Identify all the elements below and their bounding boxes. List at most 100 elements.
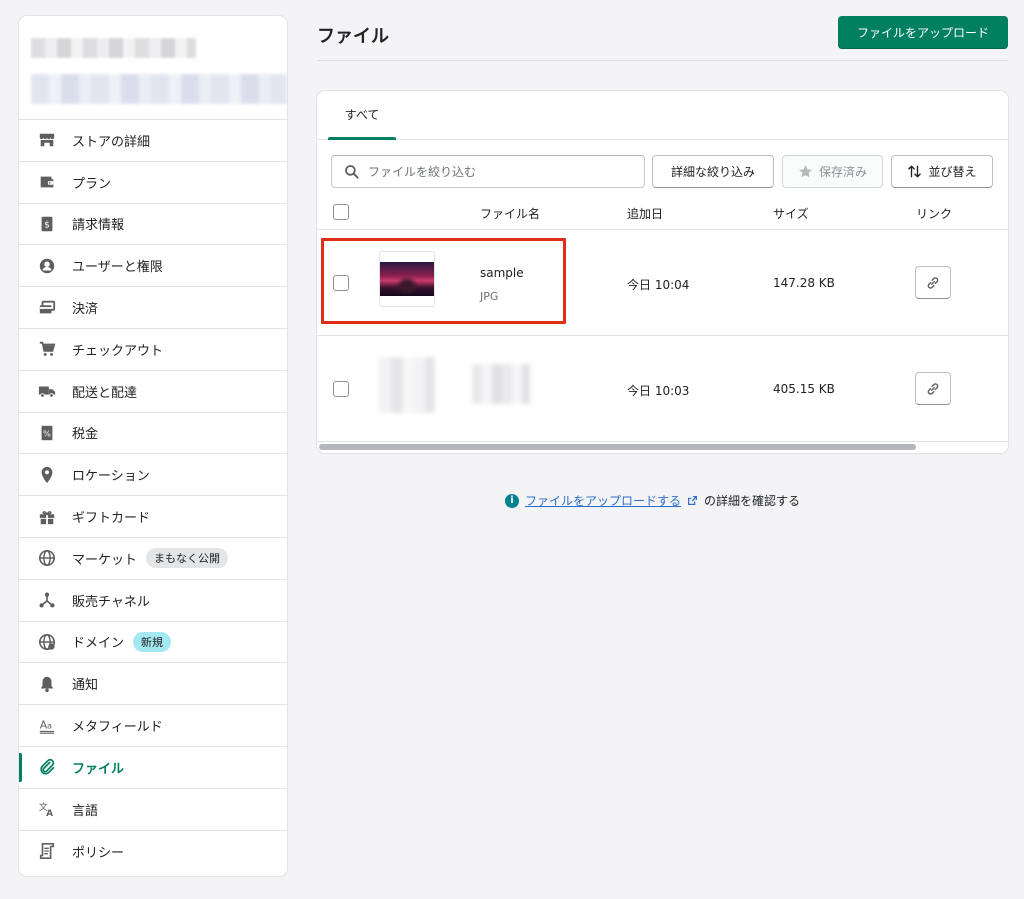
wallet-icon	[37, 172, 57, 192]
store-icon	[37, 130, 57, 150]
table-header: ファイル名 追加日 サイズ リンク	[317, 197, 1008, 230]
file-size: 405.15 KB	[773, 382, 835, 396]
sort-button[interactable]: 並び替え	[891, 155, 993, 188]
paperclip-icon	[37, 757, 57, 777]
search-input[interactable]	[368, 164, 618, 179]
sidebar-item-gift-cards[interactable]: ギフトカード	[19, 496, 287, 538]
sidebar-item-label: ギフトカード	[72, 511, 151, 527]
file-thumbnail[interactable]	[379, 251, 435, 307]
row-checkbox[interactable]	[333, 381, 349, 397]
advanced-filter-button[interactable]: 詳細な絞り込み	[652, 155, 774, 188]
search-field[interactable]	[331, 155, 645, 188]
files-card: すべて 詳細な絞り込み 保存済み 並び替え ファイル名 追加日 サイズ リンク …	[317, 91, 1008, 453]
advanced-filter-label: 詳細な絞り込み	[670, 165, 755, 179]
sidebar-item-taxes[interactable]: % 税金	[19, 413, 287, 455]
sidebar-item-notifications[interactable]: 通知	[19, 663, 287, 706]
sidebar-item-markets[interactable]: マーケット まもなく公開	[19, 538, 287, 580]
sidebar-item-files[interactable]: ファイル	[19, 747, 287, 789]
sidebar-item-label: 請求情報	[72, 218, 125, 234]
settings-sidebar: ストアの詳細 プラン $ 請求情報 ユーザーと権限 決済 チェックアウト 配送と…	[19, 16, 287, 876]
sidebar-item-policies[interactable]: ポリシー	[19, 831, 287, 873]
title-divider	[317, 60, 1008, 61]
sidebar-item-label: メタフィールド	[72, 720, 163, 736]
info-icon: i	[505, 493, 519, 508]
store-header	[19, 16, 287, 120]
sidebar-item-label: チェックアウト	[72, 343, 164, 359]
help-footer-suffix: の詳細を確認する	[704, 494, 801, 508]
star-icon	[799, 165, 812, 178]
thumbnail-image	[380, 262, 434, 296]
tab-all[interactable]: すべて	[328, 91, 396, 140]
select-all-checkbox[interactable]	[333, 204, 349, 220]
sidebar-item-label: プラン	[72, 176, 112, 192]
tab-bar: すべて	[317, 91, 1008, 140]
upload-help-link[interactable]: ファイルをアップロードする	[525, 492, 681, 509]
translate-icon: 文A	[37, 799, 57, 819]
sidebar-item-metafields[interactable]: Aa メタフィールド	[19, 705, 287, 747]
table-row[interactable]: 今日 10:03 405.15 KB	[317, 336, 1008, 442]
sidebar-item-billing[interactable]: $ 請求情報	[19, 204, 287, 246]
upload-file-button[interactable]: ファイルをアップロード	[838, 16, 1008, 49]
search-icon	[345, 164, 359, 179]
sidebar-item-label: 販売チャネル	[72, 594, 150, 610]
store-name-redacted	[31, 38, 196, 58]
sidebar-item-sales-channels[interactable]: 販売チャネル	[19, 580, 287, 622]
sidebar-item-domains[interactable]: ドメイン 新規	[19, 622, 287, 664]
globe-icon	[37, 548, 57, 568]
sidebar-item-label: 通知	[72, 678, 99, 694]
svg-text:A: A	[46, 809, 53, 818]
sidebar-item-label: 決済	[72, 302, 99, 318]
column-header-filename: ファイル名	[480, 207, 541, 221]
channels-icon	[37, 590, 57, 610]
saved-label: 保存済み	[818, 165, 867, 179]
coming-soon-badge: まもなく公開	[146, 548, 229, 569]
table-row[interactable]: sample JPG 今日 10:04 147.28 KB	[317, 230, 1008, 336]
sidebar-item-label: 税金	[72, 427, 99, 443]
horizontal-scrollbar[interactable]	[319, 444, 916, 450]
date-added: 今日 10:03	[627, 384, 690, 398]
user-icon	[37, 256, 57, 276]
sidebar-item-shipping[interactable]: 配送と配達	[19, 371, 287, 413]
sidebar-item-store-details[interactable]: ストアの詳細	[19, 120, 287, 162]
tax-icon: %	[37, 423, 57, 443]
sidebar-item-payments[interactable]: 決済	[19, 287, 287, 329]
date-added: 今日 10:04	[627, 278, 690, 292]
column-header-size: サイズ	[773, 207, 809, 221]
sidebar-item-languages[interactable]: 文A 言語	[19, 789, 287, 831]
cart-icon	[37, 339, 57, 359]
sidebar-item-checkout[interactable]: チェックアウト	[19, 329, 287, 371]
sort-arrows-icon	[908, 165, 922, 178]
help-footer: i ファイルをアップロードする の詳細を確認する	[505, 492, 800, 509]
file-name-redacted	[472, 364, 530, 404]
sidebar-item-label: ファイル	[72, 761, 125, 777]
external-link-icon	[688, 496, 697, 505]
sidebar-item-users[interactable]: ユーザーと権限	[19, 245, 287, 288]
column-header-link: リンク	[916, 207, 953, 221]
truck-icon	[37, 381, 57, 401]
file-thumbnail-redacted[interactable]	[379, 357, 435, 413]
sidebar-item-plan[interactable]: プラン	[19, 162, 287, 204]
payment-icon	[37, 298, 57, 318]
file-type: JPG	[480, 290, 499, 303]
link-icon	[927, 276, 939, 289]
svg-text:a: a	[47, 720, 52, 730]
saved-button[interactable]: 保存済み	[782, 155, 883, 188]
row-checkbox[interactable]	[333, 275, 349, 291]
sidebar-item-label: ドメイン	[72, 636, 125, 652]
sort-label: 並び替え	[928, 165, 977, 179]
sidebar-item-label: ポリシー	[72, 845, 125, 861]
file-name[interactable]: sample	[480, 266, 524, 280]
policy-icon	[37, 841, 57, 861]
page-title: ファイル	[317, 26, 389, 47]
sidebar-item-label: 配送と配達	[72, 385, 138, 401]
sidebar-item-locations[interactable]: ロケーション	[19, 454, 287, 497]
copy-link-button[interactable]	[915, 372, 951, 405]
file-size: 147.28 KB	[773, 276, 835, 290]
sidebar-item-label: マーケット	[72, 552, 138, 568]
store-url-redacted	[31, 74, 287, 104]
svg-text:%: %	[43, 429, 51, 439]
billing-icon: $	[37, 214, 57, 234]
copy-link-button[interactable]	[915, 266, 951, 299]
bell-icon	[37, 674, 57, 694]
new-badge: 新規	[133, 631, 172, 652]
